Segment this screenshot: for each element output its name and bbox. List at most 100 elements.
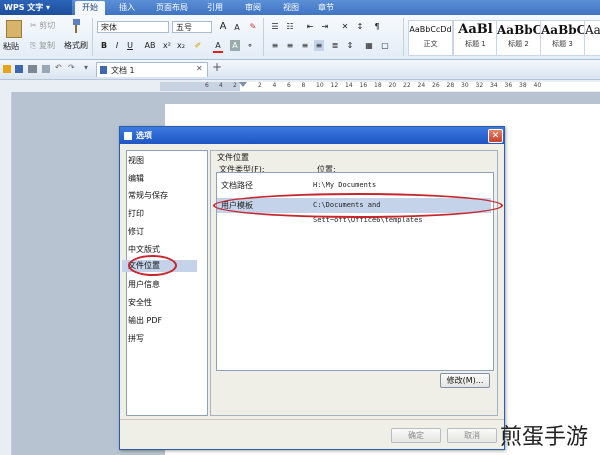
tab-home[interactable]: 开始 [75, 1, 105, 15]
ruler-number: 6 [287, 82, 291, 89]
style-normal[interactable]: AaBbCcDd 正文 [408, 20, 453, 56]
paste-label[interactable]: 粘贴 [3, 41, 19, 52]
borders-button[interactable]: ▢ [380, 40, 390, 51]
chinese-layout-button[interactable]: ✕ [340, 21, 350, 32]
dialog-titlebar[interactable]: 选项 [120, 127, 504, 144]
print-preview-icon[interactable] [42, 65, 50, 73]
group-title: 文件位置 [215, 152, 251, 163]
wps-app-icon [124, 131, 132, 140]
format-painter-label[interactable]: 格式刷 [64, 40, 88, 51]
redo-icon[interactable]: ↷ [68, 63, 75, 72]
nav-item-user-info[interactable]: 用户信息 [128, 279, 160, 291]
font-size-value: 五号 [176, 23, 192, 32]
cut-button[interactable]: ✂ 剪切 [30, 20, 55, 31]
nav-item-export-pdf[interactable]: 输出 PDF [128, 315, 162, 327]
divider [120, 419, 504, 420]
nav-item-edit[interactable]: 编辑 [128, 173, 144, 185]
ruler-number: 24 [417, 82, 426, 89]
print-icon[interactable] [28, 65, 37, 73]
shrink-font-button[interactable]: A [232, 22, 242, 33]
tab-references[interactable]: 引用 [203, 1, 227, 15]
clear-format-icon[interactable]: ✎ [248, 21, 258, 32]
app-logo-menu[interactable]: WPS 文字 ▾ [0, 0, 72, 15]
close-tab-icon[interactable]: ✕ [196, 64, 203, 73]
justify-button[interactable]: ≡ [314, 40, 324, 51]
undo-icon[interactable]: ↶ [55, 63, 62, 72]
tab-page-layout[interactable]: 页面布局 [150, 1, 194, 15]
nav-item-view[interactable]: 视图 [128, 155, 144, 167]
ruler-number: 36 [504, 82, 513, 89]
save-icon[interactable] [15, 65, 23, 73]
format-painter-icon[interactable] [70, 19, 82, 33]
shading-button[interactable]: ▦ [364, 40, 374, 51]
list-row-document-path[interactable]: 文档路径 H:\My Documents [217, 178, 491, 193]
style-caption: 标题 2 [508, 40, 529, 48]
font-color-button[interactable]: A [213, 40, 223, 53]
ruler-number: 2 [258, 82, 262, 89]
show-marks-button[interactable]: ¶ [372, 21, 382, 32]
align-right-button[interactable]: ≡ [300, 40, 310, 51]
style-heading-3[interactable]: AaBbC 标题 3 [540, 20, 585, 56]
bullets-button[interactable]: ☰ [270, 21, 280, 32]
style-preview: AaBbC [497, 23, 540, 37]
paste-icon[interactable] [6, 20, 22, 38]
divider [263, 18, 264, 56]
modify-button[interactable]: 修改(M)... [440, 373, 490, 388]
sort-button[interactable]: ↕ [355, 21, 365, 32]
grow-font-button[interactable]: A [218, 21, 228, 32]
style-preview: AaBbCcDd [409, 25, 452, 34]
nav-item-revision[interactable]: 修订 [128, 226, 144, 238]
open-icon[interactable] [3, 65, 11, 73]
underline-button[interactable]: U [125, 40, 135, 51]
ok-button[interactable]: 确定 [391, 428, 441, 443]
ruler-number: 18 [374, 82, 382, 89]
document-tab[interactable]: 文档 1 [96, 62, 208, 77]
tab-insert[interactable]: 插入 [112, 1, 142, 15]
increase-indent-button[interactable]: ⇥ [320, 21, 330, 32]
line-spacing-button[interactable]: ⇕ [345, 40, 355, 51]
superscript-button[interactable]: x² [162, 40, 172, 51]
ruler-number: 14 [345, 82, 353, 89]
ruler-number: 4 [272, 82, 277, 89]
tab-view[interactable]: 视图 [278, 1, 304, 15]
vertical-ruler [0, 92, 12, 455]
decrease-indent-button[interactable]: ⇤ [305, 21, 315, 32]
numbering-button[interactable]: ☷ [285, 21, 295, 32]
align-left-button[interactable]: ≡ [270, 40, 280, 51]
style-heading-2[interactable]: AaBbC 标题 2 [496, 20, 541, 56]
style-preview: AaBl [458, 22, 493, 37]
quick-access-bar [0, 60, 600, 80]
distributed-button[interactable]: ≣ [330, 40, 340, 51]
font-name-select[interactable]: 宋体 [97, 21, 169, 33]
bold-button[interactable]: B [99, 40, 109, 51]
font-size-select[interactable]: 五号 [172, 21, 212, 33]
char-shading-button[interactable]: A [230, 40, 240, 51]
style-heading-1[interactable]: AaBl 标题 1 [453, 20, 498, 56]
strikethrough-button[interactable]: AB [142, 40, 158, 51]
ruler-number: 30 [461, 82, 469, 89]
close-icon[interactable]: ✕ [488, 129, 503, 143]
nav-item-security[interactable]: 安全性 [128, 297, 152, 309]
nav-item-spelling[interactable]: 拼写 [128, 333, 144, 345]
subscript-button[interactable]: x₂ [176, 40, 186, 51]
nav-item-print[interactable]: 打印 [128, 208, 144, 220]
highlight-icon[interactable]: ✐ [193, 40, 203, 51]
style-more[interactable]: AaBb [584, 20, 600, 56]
cancel-button[interactable]: 取消 [447, 428, 497, 443]
nav-item-general-save[interactable]: 常规与保存 [128, 190, 168, 202]
customize-icon[interactable]: ▾ [84, 63, 88, 72]
italic-button[interactable]: I [112, 40, 122, 51]
align-center-button[interactable]: ≡ [285, 40, 295, 51]
ruler-number: 2 [233, 82, 237, 89]
char-border-button[interactable]: ⚬ [245, 40, 255, 51]
tab-chapter[interactable]: 章节 [313, 1, 339, 15]
new-tab-icon[interactable]: + [212, 60, 222, 74]
tab-review[interactable]: 审阅 [238, 1, 268, 15]
ruler-number: 6 [205, 82, 209, 89]
indent-marker-icon[interactable] [239, 82, 247, 87]
ruler-number: 12 [330, 82, 339, 89]
style-caption: 标题 1 [465, 40, 486, 48]
ruler-number: 32 [475, 82, 484, 89]
copy-button[interactable]: ⎘ 复制 [30, 40, 55, 51]
font-name-value: 宋体 [101, 23, 117, 32]
